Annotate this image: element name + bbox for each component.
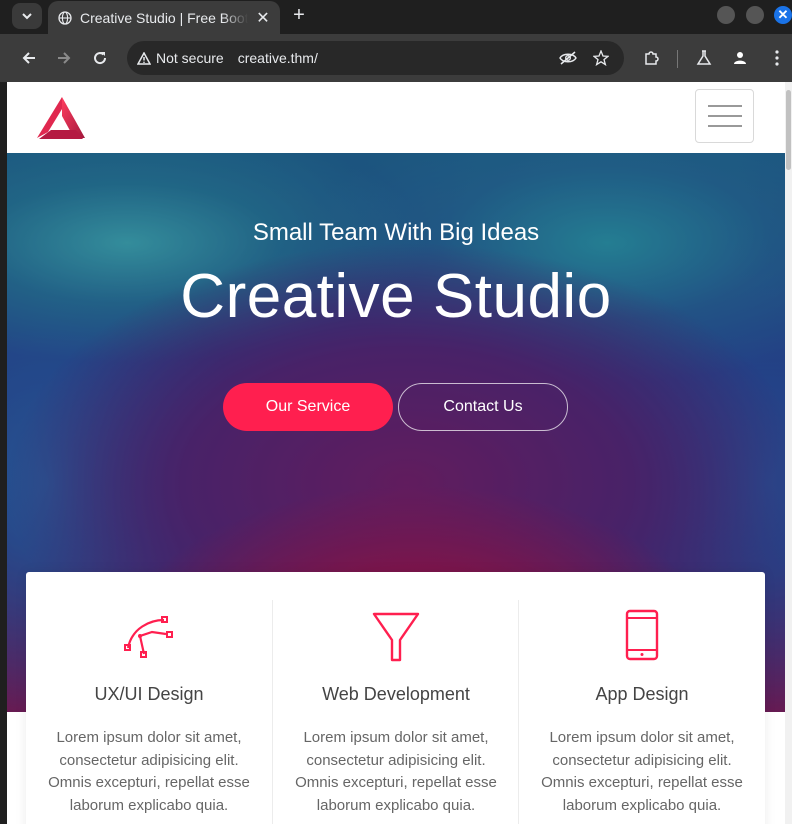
hero-subtitle: Small Team With Big Ideas — [252, 219, 540, 246]
profile-icon[interactable] — [731, 49, 749, 67]
our-service-button[interactable]: Our Service — [223, 383, 393, 431]
back-arrow-icon[interactable] — [20, 49, 38, 67]
toolbar-divider — [677, 50, 678, 68]
scrollbar-thumb[interactable] — [786, 90, 791, 170]
browser-toolbar: Not secure creative.thm/ — [0, 34, 792, 82]
globe-icon — [58, 10, 72, 25]
site-navbar — [7, 82, 785, 153]
forward-arrow-icon[interactable] — [55, 49, 73, 67]
reload-icon[interactable] — [91, 49, 109, 67]
warning-icon — [137, 51, 151, 65]
bezier-pen-icon — [124, 616, 173, 658]
tab-strip: Creative Studio | Free Bootstrap ✕ + ✕ — [0, 0, 792, 34]
url-text[interactable]: creative.thm/ — [238, 50, 318, 66]
security-label: Not secure — [156, 50, 224, 66]
menu-toggle-button[interactable] — [695, 89, 754, 143]
page-scrollbar[interactable] — [785, 82, 792, 824]
tab-title: Creative Studio | Free Bootstrap — [80, 9, 248, 26]
brand-logo[interactable] — [36, 96, 86, 140]
hero-title: Creative Studio — [180, 262, 612, 331]
service-title: UX/UI Design — [94, 684, 204, 704]
chevron-down-icon — [22, 13, 32, 20]
labs-flask-icon[interactable] — [695, 49, 713, 67]
services-panel: UX/UI Design Lorem ipsum dolor sit amet,… — [26, 572, 765, 824]
hamburger-line — [708, 125, 742, 127]
service-card: UX/UI Design Lorem ipsum dolor sit amet,… — [26, 600, 272, 824]
service-card: App Design Lorem ipsum dolor sit amet, c… — [518, 600, 765, 824]
hamburger-line — [708, 105, 742, 107]
mobile-device-icon — [625, 609, 659, 661]
security-indicator[interactable]: Not secure — [137, 50, 224, 66]
window-edge — [0, 82, 7, 824]
browser-tab[interactable]: Creative Studio | Free Bootstrap ✕ — [48, 1, 280, 34]
star-icon[interactable] — [592, 49, 610, 67]
extensions-icon[interactable] — [642, 49, 660, 67]
window-close-button[interactable]: ✕ — [774, 6, 792, 24]
address-bar[interactable]: Not secure creative.thm/ — [127, 41, 624, 75]
funnel-icon — [372, 612, 420, 662]
new-tab-button[interactable]: + — [288, 4, 310, 26]
eye-off-icon[interactable] — [559, 49, 577, 67]
tab-search-button[interactable] — [12, 3, 42, 29]
service-title: Web Development — [322, 684, 470, 704]
close-tab-icon[interactable]: ✕ — [254, 8, 272, 28]
service-card: Web Development Lorem ipsum dolor sit am… — [272, 600, 519, 824]
service-description: Lorem ipsum dolor sit amet, consectetur … — [541, 729, 743, 814]
more-menu-icon[interactable] — [768, 49, 786, 67]
contact-us-button[interactable]: Contact Us — [398, 383, 568, 431]
hamburger-line — [708, 115, 742, 117]
service-description: Lorem ipsum dolor sit amet, consectetur … — [48, 729, 250, 814]
service-title: App Design — [595, 684, 689, 704]
window-maximize-button[interactable] — [746, 6, 764, 24]
service-description: Lorem ipsum dolor sit amet, consectetur … — [295, 729, 497, 814]
page-viewport: Small Team With Big Ideas Creative Studi… — [7, 82, 785, 824]
window-minimize-button[interactable] — [717, 6, 735, 24]
